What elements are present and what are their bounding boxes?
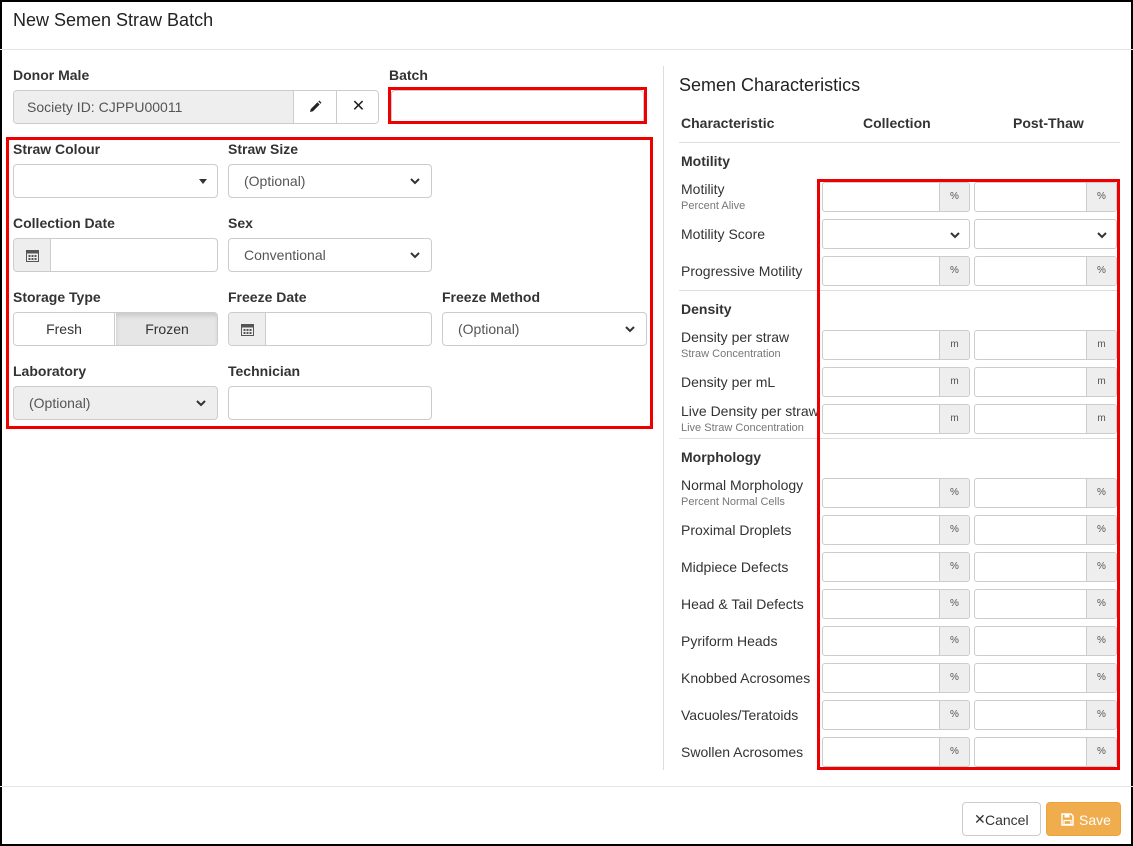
characteristic-label: Midpiece Defects	[681, 559, 789, 575]
donor-clear-button[interactable]: ✕	[337, 91, 378, 123]
modal-title: New Semen Straw Batch	[13, 10, 214, 30]
cancel-button-label: Cancel	[985, 812, 1029, 828]
characteristic-label: Swollen Acrosomes	[681, 744, 804, 760]
characteristic-label: Proximal Droplets	[681, 522, 792, 538]
characteristic-label: Vacuoles/Teratoids	[681, 707, 799, 723]
section-title: Density	[681, 301, 732, 317]
characteristic-sublabel: Percent Alive	[681, 200, 746, 212]
cancel-button[interactable]: ✕ Cancel	[962, 802, 1041, 836]
characteristic-label: Live Density per straw	[681, 403, 819, 419]
semen-characteristics-title: Semen Characteristics	[679, 75, 861, 95]
characteristics-inputs-highlight-box	[817, 179, 1120, 770]
header-divider	[679, 142, 1120, 143]
characteristic-column-header: Characteristic	[681, 115, 775, 131]
characteristic-label: Knobbed Acrosomes	[681, 670, 811, 686]
save-button-label: Save	[1079, 812, 1111, 828]
section-title: Motility	[681, 153, 730, 169]
characteristic-label: Density per mL	[681, 374, 776, 390]
section-title: Morphology	[681, 449, 762, 465]
characteristic-label: Normal Morphology	[681, 477, 804, 493]
characteristic-label: Pyriform Heads	[681, 633, 778, 649]
characteristic-label: Motility	[681, 181, 725, 197]
characteristic-label: Progressive Motility	[681, 263, 803, 279]
characteristic-label: Motility Score	[681, 226, 766, 242]
characteristic-sublabel: Straw Concentration	[681, 348, 781, 360]
pencil-icon	[310, 100, 322, 112]
form-fields-highlight-box	[6, 137, 653, 429]
modal-header: New Semen Straw Batch	[0, 0, 1133, 50]
characteristic-label: Head & Tail Defects	[681, 596, 804, 612]
batch-highlight-box	[388, 87, 647, 124]
save-button[interactable]: Save	[1046, 802, 1121, 836]
donor-male-label: Donor Male	[13, 67, 90, 83]
donor-male-value: Society ID: CJPPU00011	[27, 99, 183, 115]
characteristic-sublabel: Live Straw Concentration	[681, 422, 804, 434]
post-thaw-column-header: Post-Thaw	[1013, 115, 1084, 131]
donor-edit-button[interactable]	[294, 91, 337, 123]
column-divider	[663, 66, 664, 770]
characteristic-label: Density per straw	[681, 329, 790, 345]
characteristic-sublabel: Percent Normal Cells	[681, 496, 785, 508]
donor-male-group: Society ID: CJPPU00011 ✕	[13, 90, 379, 124]
batch-label: Batch	[389, 67, 428, 83]
collection-column-header: Collection	[863, 115, 931, 131]
close-icon: ✕	[351, 98, 366, 115]
close-icon: ✕	[974, 811, 986, 827]
donor-male-field[interactable]: Society ID: CJPPU00011	[14, 91, 294, 123]
floppy-disk-icon	[1061, 813, 1074, 826]
